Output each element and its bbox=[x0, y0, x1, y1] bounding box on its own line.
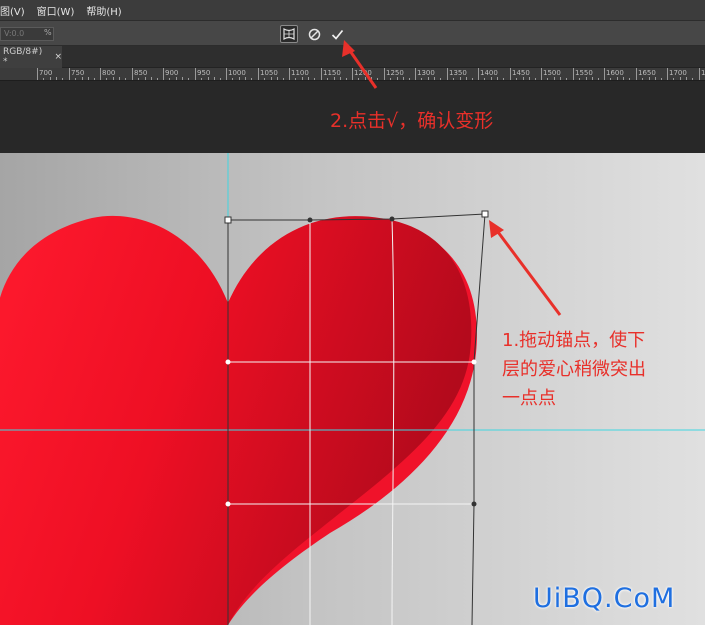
annotation-step1-line2: 层的爱心稍微突出 bbox=[502, 359, 646, 380]
annotation-arrows bbox=[342, 40, 562, 316]
arrow-to-anchor bbox=[489, 220, 562, 316]
watermark: UiBQ.CoM bbox=[533, 583, 676, 614]
annotation-step2: 2.点击√，确认变形 bbox=[330, 110, 494, 132]
annotation-step1-line1: 1.拖动锚点，使下 bbox=[502, 330, 646, 351]
annotation-step1: 1.拖动锚点，使下 层的爱心稍微突出 一点点 bbox=[502, 326, 646, 413]
arrow-to-commit bbox=[342, 40, 378, 89]
annotation-step1-line3: 一点点 bbox=[502, 388, 556, 409]
